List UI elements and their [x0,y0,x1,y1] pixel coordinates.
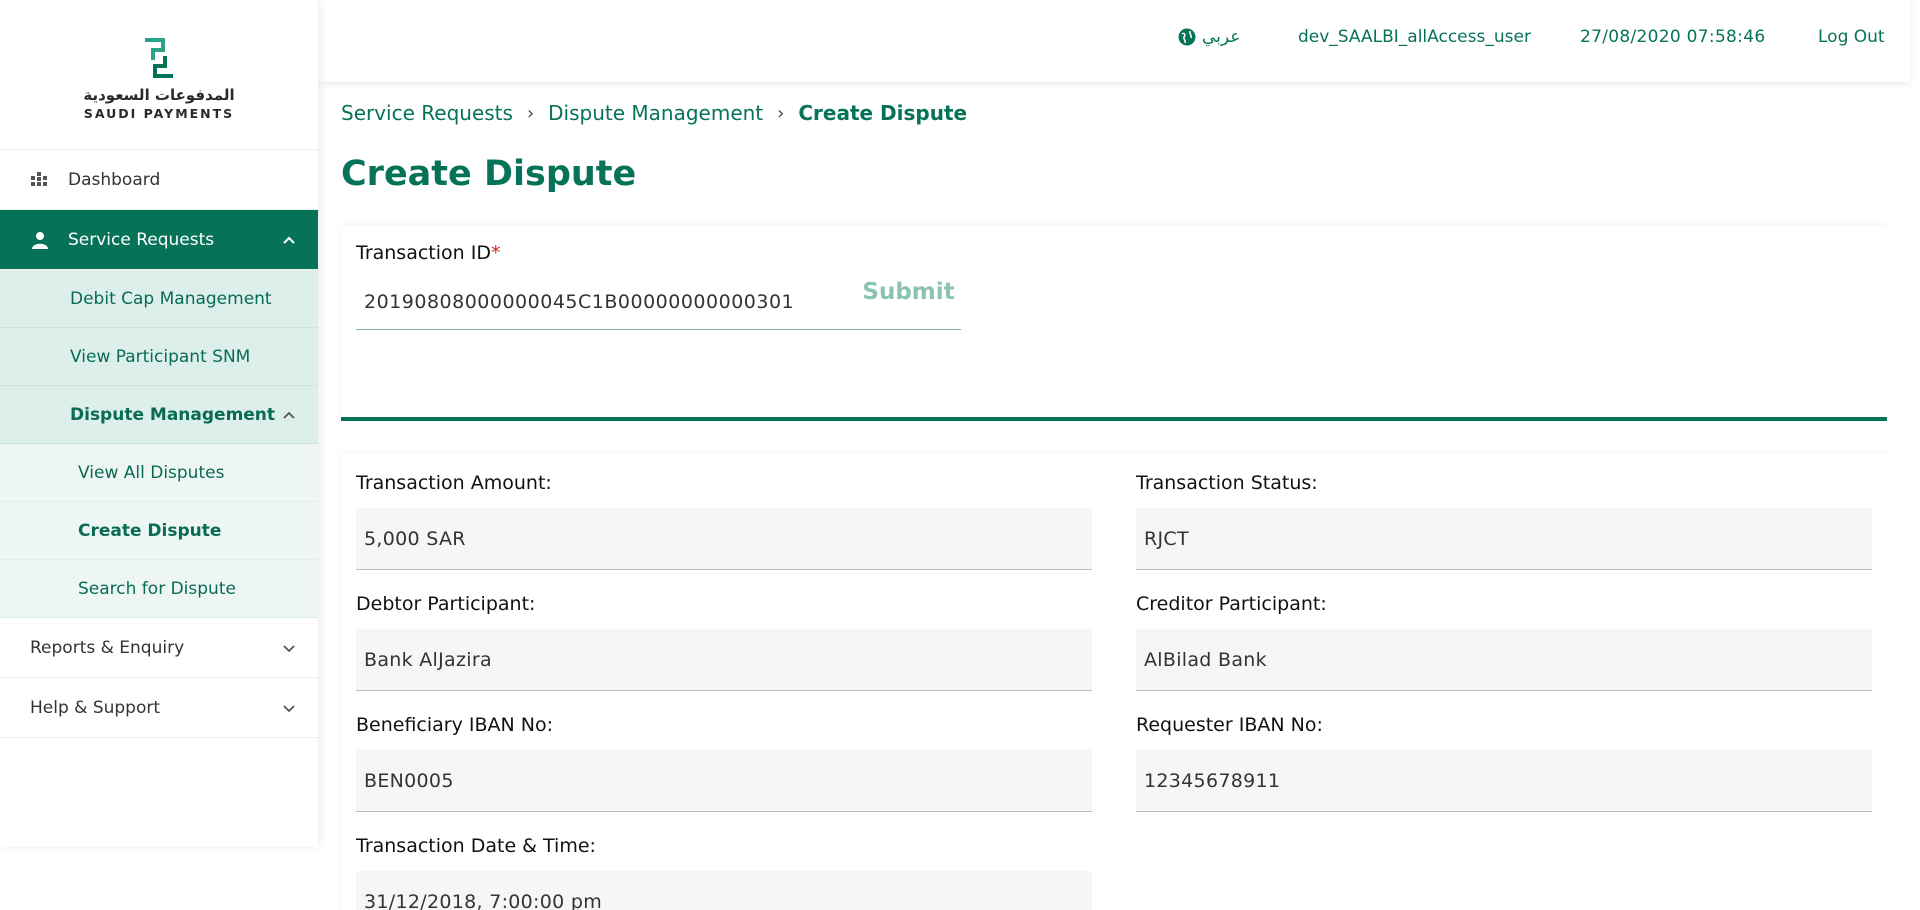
sidebar-item-label: Reports & Enquiry [30,637,185,658]
logo-english-text: SAUDI PAYMENTS [83,106,235,121]
transaction-lookup-card: Transaction ID* 20190808000000045C1B0000… [341,226,1887,421]
transaction-id-label-text: Transaction ID [356,242,491,264]
sidebar: المدفوعات السعودية SAUDI PAYMENTS Dashbo… [0,0,318,847]
chevron-right-icon: › [526,102,535,124]
transaction-datetime-label: Transaction Date & Time: [356,835,596,857]
sidebar-item-search-for-dispute[interactable]: Search for Dispute [0,560,318,618]
chevron-up-icon [283,411,295,419]
transaction-status-field: RJCT [1136,508,1872,570]
transaction-datetime-field: 31/12/2018, 7:00:00 pm [356,871,1092,910]
logout-link[interactable]: Log Out [1818,27,1885,47]
sidebar-item-label: Dashboard [68,169,161,190]
sidebar-item-debit-cap-management[interactable]: Debit Cap Management [0,270,318,328]
beneficiary-iban-label: Beneficiary IBAN No: [356,714,554,736]
transaction-amount-label: Transaction Amount: [356,472,552,494]
logo-arabic-text: المدفوعات السعودية [83,86,235,104]
sidebar-item-label: Service Requests [68,229,215,250]
creditor-participant-label: Creditor Participant: [1136,593,1327,615]
sidebar-item-dashboard[interactable]: Dashboard [0,150,318,210]
transaction-amount-field: 5,000 SAR [356,508,1092,570]
sidebar-item-create-dispute[interactable]: Create Dispute [0,502,318,560]
language-switch[interactable]: عربي [1178,27,1240,47]
sidebar-item-dispute-management[interactable]: Dispute Management [0,386,318,444]
dashboard-grid-icon [30,171,50,188]
sidebar-item-label: Dispute Management [70,404,276,425]
current-datetime: 27/08/2020 07:58:46 [1580,27,1766,47]
transaction-status-label: Transaction Status: [1136,472,1318,494]
language-label: عربي [1202,27,1241,47]
chevron-right-icon: › [777,102,785,124]
breadcrumb-service-requests[interactable]: Service Requests [341,101,513,125]
user-icon [30,231,50,249]
debtor-participant-label: Debtor Participant: [356,593,536,615]
sidebar-item-help-support[interactable]: Help & Support [0,678,318,738]
submit-button[interactable]: Submit [856,267,961,317]
requester-iban-label: Requester IBAN No: [1136,714,1323,736]
username: dev_SAALBI_allAccess_user [1298,27,1531,47]
sidebar-item-reports-enquiry[interactable]: Reports & Enquiry [0,618,318,678]
logo-mark-icon [145,38,173,78]
breadcrumb-dispute-management[interactable]: Dispute Management [548,101,763,125]
transaction-details-card: Transaction Amount: 5,000 SAR Transactio… [341,454,1887,910]
sidebar-item-service-requests[interactable]: Service Requests [0,210,318,270]
creditor-participant-field: AlBilad Bank [1136,629,1872,691]
page-title: Create Dispute [341,154,637,194]
breadcrumb-create-dispute: Create Dispute [798,101,968,125]
top-bar: عربي dev_SAALBI_allAccess_user 27/08/202… [318,0,1910,82]
breadcrumb: Service Requests › Dispute Management › … [341,101,967,125]
beneficiary-iban-field: BEN0005 [356,750,1092,812]
saudi-payments-logo: المدفوعات السعودية SAUDI PAYMENTS [0,0,318,150]
sidebar-item-view-participant-snm[interactable]: View Participant SNM [0,328,318,386]
chevron-up-icon [283,236,295,244]
requester-iban-field: 12345678911 [1136,750,1872,812]
required-asterisk: * [490,242,501,264]
chevron-down-icon [283,644,295,652]
debtor-participant-field: Bank AlJazira [356,629,1092,691]
sidebar-item-view-all-disputes[interactable]: View All Disputes [0,444,318,502]
sidebar-item-label: Help & Support [30,697,161,718]
chevron-down-icon [283,704,295,712]
globe-icon [1178,28,1196,46]
transaction-id-label: Transaction ID* [356,242,500,264]
